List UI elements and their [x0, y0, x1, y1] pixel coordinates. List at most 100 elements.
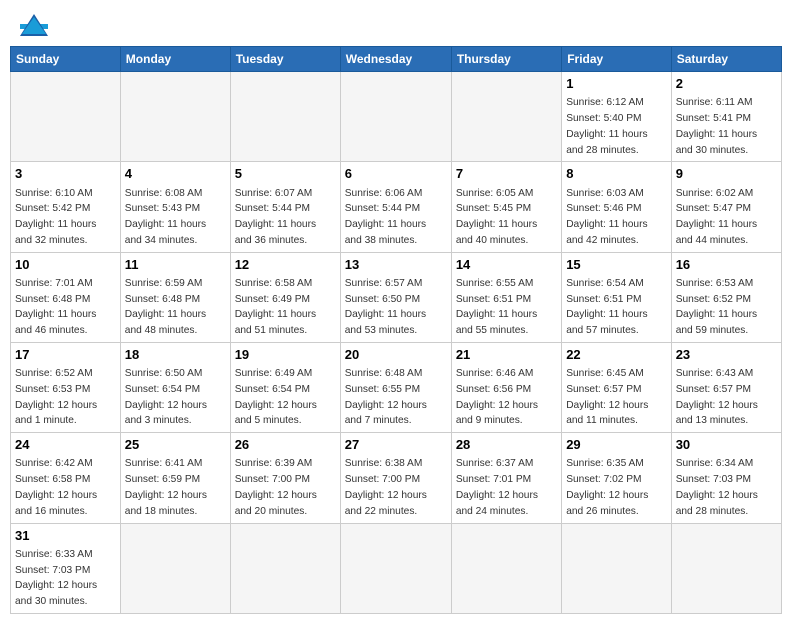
- calendar-cell: 2 Sunrise: 6:11 AM Sunset: 5:41 PM Daylig…: [671, 72, 781, 162]
- header-monday: Monday: [120, 47, 230, 72]
- header: [10, 10, 782, 40]
- calendar-cell: [340, 72, 451, 162]
- day-info: Sunrise: 6:58 AM Sunset: 6:49 PM Dayligh…: [235, 278, 316, 336]
- day-number: 6: [345, 165, 447, 183]
- day-info: Sunrise: 6:45 AM Sunset: 6:57 PM Dayligh…: [566, 368, 648, 426]
- calendar-cell: [671, 523, 781, 613]
- header-wednesday: Wednesday: [340, 47, 451, 72]
- header-tuesday: Tuesday: [230, 47, 340, 72]
- day-info: Sunrise: 6:10 AM Sunset: 5:42 PM Dayligh…: [15, 188, 96, 246]
- calendar-cell: 29 Sunrise: 6:35 AM Sunset: 7:02 PM Dayli…: [562, 433, 672, 523]
- calendar-cell: 25Sunrise: 6:41 AM Sunset: 6:59 PM Dayli…: [120, 433, 230, 523]
- day-number: 30: [676, 436, 777, 454]
- day-number: 10: [15, 256, 116, 274]
- calendar-cell: 28 Sunrise: 6:37 AM Sunset: 7:01 PM Dayli…: [451, 433, 561, 523]
- day-info: Sunrise: 6:43 AM Sunset: 6:57 PM Dayligh…: [676, 368, 758, 426]
- day-number: 8: [566, 165, 667, 183]
- day-info: Sunrise: 6:48 AM Sunset: 6:55 PM Dayligh…: [345, 368, 427, 426]
- calendar-week-row: 3 Sunrise: 6:10 AM Sunset: 5:42 PM Daylig…: [11, 162, 782, 252]
- calendar-cell: 8 Sunrise: 6:03 AM Sunset: 5:46 PM Daylig…: [562, 162, 672, 252]
- logo-icon: [20, 14, 48, 36]
- calendar-cell: 14 Sunrise: 6:55 AM Sunset: 6:51 PM Dayli…: [451, 252, 561, 342]
- day-info: Sunrise: 6:35 AM Sunset: 7:02 PM Dayligh…: [566, 458, 648, 516]
- day-number: 5: [235, 165, 336, 183]
- calendar-cell: 7 Sunrise: 6:05 AM Sunset: 5:45 PM Daylig…: [451, 162, 561, 252]
- calendar-cell: [562, 523, 672, 613]
- calendar-week-row: 10 Sunrise: 7:01 AM Sunset: 6:48 PM Dayli…: [11, 252, 782, 342]
- day-info: Sunrise: 6:54 AM Sunset: 6:51 PM Dayligh…: [566, 278, 647, 336]
- header-thursday: Thursday: [451, 47, 561, 72]
- calendar-cell: [11, 72, 121, 162]
- day-number: 27: [345, 436, 447, 454]
- day-info: Sunrise: 6:08 AM Sunset: 5:43 PM Dayligh…: [125, 188, 206, 246]
- day-number: 22: [566, 346, 667, 364]
- day-number: 24: [15, 436, 116, 454]
- day-info: Sunrise: 6:53 AM Sunset: 6:52 PM Dayligh…: [676, 278, 757, 336]
- day-info: Sunrise: 6:11 AM Sunset: 5:41 PM Dayligh…: [676, 97, 757, 155]
- day-number: 17: [15, 346, 116, 364]
- day-info: Sunrise: 7:01 AM Sunset: 6:48 PM Dayligh…: [15, 278, 96, 336]
- day-info: Sunrise: 6:37 AM Sunset: 7:01 PM Dayligh…: [456, 458, 538, 516]
- calendar-cell: 3 Sunrise: 6:10 AM Sunset: 5:42 PM Daylig…: [11, 162, 121, 252]
- day-info: Sunrise: 6:42 AM Sunset: 6:58 PM Dayligh…: [15, 458, 97, 516]
- calendar-cell: 17Sunrise: 6:52 AM Sunset: 6:53 PM Dayli…: [11, 342, 121, 432]
- calendar-week-row: 1 Sunrise: 6:12 AM Sunset: 5:40 PM Daylig…: [11, 72, 782, 162]
- day-number: 2: [676, 75, 777, 93]
- calendar-cell: 23 Sunrise: 6:43 AM Sunset: 6:57 PM Dayli…: [671, 342, 781, 432]
- day-info: Sunrise: 6:33 AM Sunset: 7:03 PM Dayligh…: [15, 549, 97, 607]
- calendar-cell: 12Sunrise: 6:58 AM Sunset: 6:49 PM Dayli…: [230, 252, 340, 342]
- day-number: 3: [15, 165, 116, 183]
- calendar-cell: 31 Sunrise: 6:33 AM Sunset: 7:03 PM Dayli…: [11, 523, 121, 613]
- calendar-cell: 20 Sunrise: 6:48 AM Sunset: 6:55 PM Dayli…: [340, 342, 451, 432]
- day-info: Sunrise: 6:39 AM Sunset: 7:00 PM Dayligh…: [235, 458, 317, 516]
- calendar-cell: [451, 523, 561, 613]
- day-info: Sunrise: 6:59 AM Sunset: 6:48 PM Dayligh…: [125, 278, 206, 336]
- header-saturday: Saturday: [671, 47, 781, 72]
- day-number: 4: [125, 165, 226, 183]
- day-info: Sunrise: 6:12 AM Sunset: 5:40 PM Dayligh…: [566, 97, 647, 155]
- calendar-cell: 18Sunrise: 6:50 AM Sunset: 6:54 PM Dayli…: [120, 342, 230, 432]
- day-info: Sunrise: 6:06 AM Sunset: 5:44 PM Dayligh…: [345, 188, 426, 246]
- day-number: 29: [566, 436, 667, 454]
- day-info: Sunrise: 6:57 AM Sunset: 6:50 PM Dayligh…: [345, 278, 426, 336]
- day-info: Sunrise: 6:55 AM Sunset: 6:51 PM Dayligh…: [456, 278, 537, 336]
- header-sunday: Sunday: [11, 47, 121, 72]
- day-info: Sunrise: 6:34 AM Sunset: 7:03 PM Dayligh…: [676, 458, 758, 516]
- calendar-header-row: SundayMondayTuesdayWednesdayThursdayFrid…: [11, 47, 782, 72]
- day-info: Sunrise: 6:41 AM Sunset: 6:59 PM Dayligh…: [125, 458, 207, 516]
- calendar-cell: [120, 523, 230, 613]
- day-number: 1: [566, 75, 667, 93]
- day-number: 23: [676, 346, 777, 364]
- calendar-cell: 27Sunrise: 6:38 AM Sunset: 7:00 PM Dayli…: [340, 433, 451, 523]
- calendar-week-row: 31 Sunrise: 6:33 AM Sunset: 7:03 PM Dayli…: [11, 523, 782, 613]
- day-number: 9: [676, 165, 777, 183]
- day-info: Sunrise: 6:03 AM Sunset: 5:46 PM Dayligh…: [566, 188, 647, 246]
- day-number: 20: [345, 346, 447, 364]
- day-number: 13: [345, 256, 447, 274]
- calendar-cell: [451, 72, 561, 162]
- day-number: 28: [456, 436, 557, 454]
- day-info: Sunrise: 6:50 AM Sunset: 6:54 PM Dayligh…: [125, 368, 207, 426]
- header-friday: Friday: [562, 47, 672, 72]
- calendar-week-row: 17Sunrise: 6:52 AM Sunset: 6:53 PM Dayli…: [11, 342, 782, 432]
- calendar-cell: 1 Sunrise: 6:12 AM Sunset: 5:40 PM Daylig…: [562, 72, 672, 162]
- day-number: 14: [456, 256, 557, 274]
- day-number: 21: [456, 346, 557, 364]
- day-number: 31: [15, 527, 116, 545]
- calendar-cell: 4 Sunrise: 6:08 AM Sunset: 5:43 PM Daylig…: [120, 162, 230, 252]
- calendar-cell: 9 Sunrise: 6:02 AM Sunset: 5:47 PM Daylig…: [671, 162, 781, 252]
- day-number: 15: [566, 256, 667, 274]
- calendar-cell: 16 Sunrise: 6:53 AM Sunset: 6:52 PM Dayli…: [671, 252, 781, 342]
- day-number: 7: [456, 165, 557, 183]
- day-info: Sunrise: 6:05 AM Sunset: 5:45 PM Dayligh…: [456, 188, 537, 246]
- day-number: 11: [125, 256, 226, 274]
- day-info: Sunrise: 6:02 AM Sunset: 5:47 PM Dayligh…: [676, 188, 757, 246]
- calendar-cell: [230, 523, 340, 613]
- day-number: 19: [235, 346, 336, 364]
- calendar-cell: 22 Sunrise: 6:45 AM Sunset: 6:57 PM Dayli…: [562, 342, 672, 432]
- day-number: 26: [235, 436, 336, 454]
- day-number: 16: [676, 256, 777, 274]
- calendar-cell: 21 Sunrise: 6:46 AM Sunset: 6:56 PM Dayli…: [451, 342, 561, 432]
- calendar-cell: 24 Sunrise: 6:42 AM Sunset: 6:58 PM Dayli…: [11, 433, 121, 523]
- day-info: Sunrise: 6:46 AM Sunset: 6:56 PM Dayligh…: [456, 368, 538, 426]
